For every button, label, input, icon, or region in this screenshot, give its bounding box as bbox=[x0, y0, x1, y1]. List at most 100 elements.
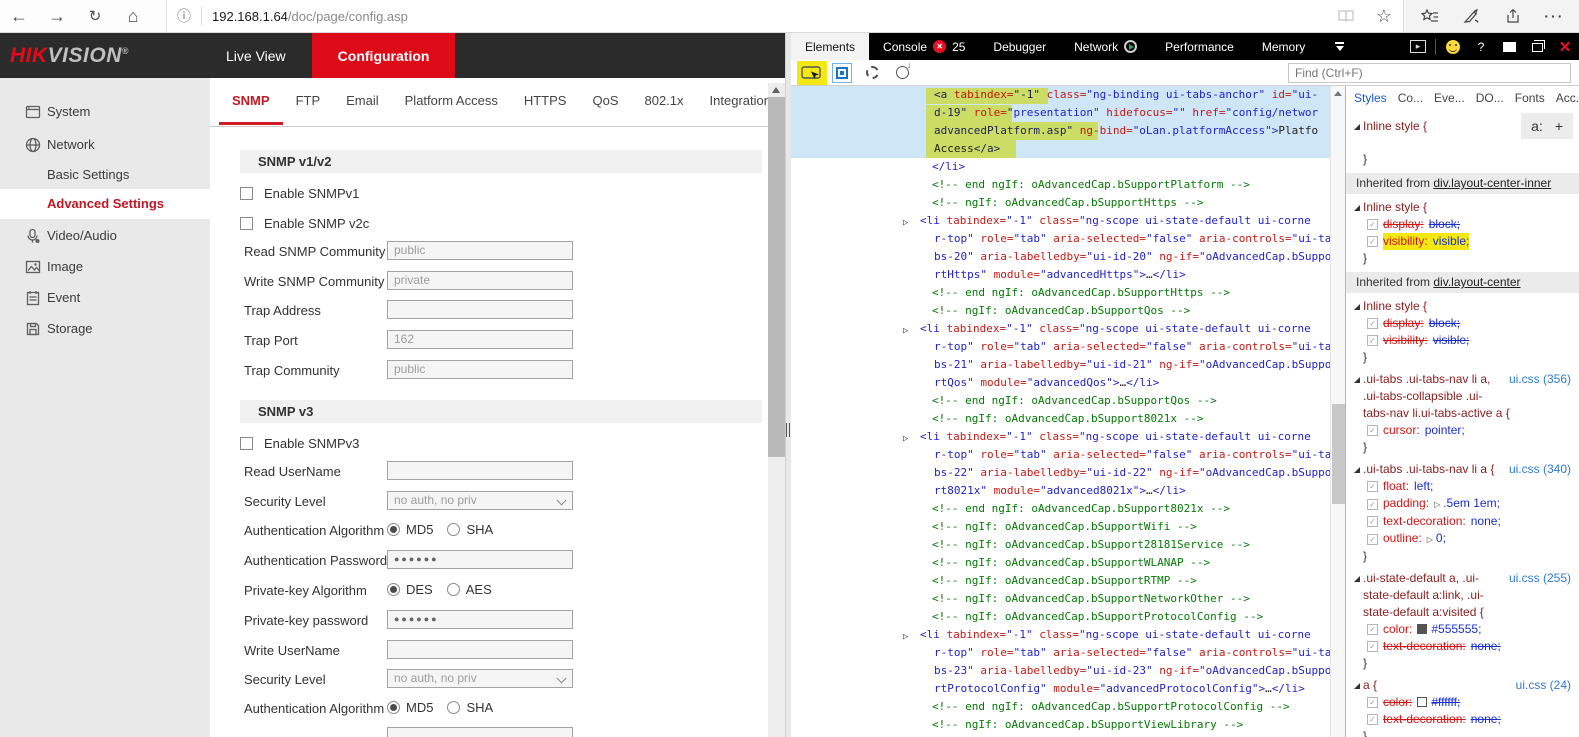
styles-tab-co[interactable]: Co... bbox=[1398, 91, 1423, 105]
select-security-level[interactable]: no auth, no priv bbox=[387, 491, 573, 510]
dom-element-node[interactable]: <li tabindex="-1" class="ng-scope ui-sta… bbox=[791, 428, 1330, 500]
sidebar-item-image[interactable]: Image bbox=[0, 252, 210, 282]
close-icon[interactable]: ✕ bbox=[1551, 33, 1579, 60]
input-private-key-password[interactable]: ●●●●●● bbox=[387, 610, 573, 629]
stylesheet-link[interactable]: ui.css (340) bbox=[1509, 461, 1571, 478]
home-icon[interactable]: ⌂ bbox=[114, 0, 152, 32]
styles-tab-fonts[interactable]: Fonts bbox=[1515, 91, 1545, 105]
tab-integration-pro[interactable]: Integration Pro bbox=[697, 79, 768, 125]
devtools-tab-performance[interactable]: Performance bbox=[1151, 33, 1248, 60]
input-write-username[interactable] bbox=[387, 640, 573, 659]
property-checkbox[interactable]: ✓ bbox=[1367, 624, 1378, 635]
radio-aes[interactable] bbox=[447, 583, 460, 596]
nav-tab-live-view[interactable]: Live View bbox=[200, 33, 312, 78]
input-trap-address[interactable] bbox=[387, 300, 573, 319]
tab-https[interactable]: HTTPS bbox=[511, 79, 580, 125]
devtools-tab-memory[interactable]: Memory bbox=[1248, 33, 1319, 60]
dom-node-selected[interactable]: <a tabindex="-1" class="ng-binding ui-ta… bbox=[791, 86, 1330, 158]
color-swatch[interactable] bbox=[1417, 697, 1427, 707]
property-checkbox[interactable]: ✓ bbox=[1367, 499, 1378, 510]
sidebar-item-storage[interactable]: Storage bbox=[0, 314, 210, 344]
expand-arrow-icon[interactable]: ▷ bbox=[1427, 535, 1433, 544]
color-picker-icon[interactable] bbox=[857, 61, 887, 85]
dom-comment-node[interactable]: <!-- end ngIf: oAdvancedCap.bSupportHttp… bbox=[791, 284, 1330, 302]
sidebar-item-network[interactable]: Network bbox=[0, 130, 210, 160]
dom-comment-node[interactable]: <!-- ngIf: oAdvancedCap.bSupportHttps --… bbox=[791, 194, 1330, 212]
property-checkbox[interactable]: ✓ bbox=[1367, 236, 1378, 247]
tab-ftp[interactable]: FTP bbox=[283, 79, 334, 125]
refresh-dom-icon[interactable] bbox=[887, 61, 917, 85]
property-checkbox[interactable]: ✓ bbox=[1367, 697, 1378, 708]
property-checkbox[interactable]: ✓ bbox=[1367, 219, 1378, 230]
styles-tab-acc[interactable]: Acc... bbox=[1556, 91, 1579, 105]
dom-comment-node[interactable]: <!-- ngIf: oAdvancedCap.bSupportWifi --> bbox=[791, 518, 1330, 536]
select-security-level[interactable]: no auth, no priv bbox=[387, 669, 573, 688]
inherited-from-link[interactable]: div.layout-center-inner bbox=[1433, 176, 1551, 190]
dom-comment-node[interactable]: <!-- ngIf: oAdvancedCap.bSupportViewLibr… bbox=[791, 716, 1330, 734]
radio-sha[interactable] bbox=[447, 523, 460, 536]
radio-md5[interactable] bbox=[387, 701, 400, 714]
checkbox-enable-snmpv1[interactable] bbox=[240, 187, 253, 200]
dom-comment-node[interactable]: <!-- ngIf: oAdvancedCap.bSupportWLANAP -… bbox=[791, 554, 1330, 572]
dom-scrollbar-thumb[interactable] bbox=[1332, 404, 1345, 504]
expand-triangle-icon[interactable] bbox=[1354, 124, 1360, 130]
expand-arrow-icon[interactable]: ▷ bbox=[903, 322, 908, 340]
dom-comment-node[interactable]: <!-- ngIf: oAdvancedCap.bSupport28181Ser… bbox=[791, 536, 1330, 554]
hub-icon[interactable] bbox=[1413, 0, 1447, 32]
property-checkbox[interactable]: ✓ bbox=[1367, 641, 1378, 652]
sidebar-item-system[interactable]: System bbox=[0, 97, 210, 127]
dom-comment-node[interactable]: <!-- ngIf: oAdvancedCap.bSupportNetworkO… bbox=[791, 590, 1330, 608]
dom-element-node[interactable]: <li tabindex="-1" class="ng-scope ui-sta… bbox=[791, 626, 1330, 698]
dom-comment-node[interactable]: <!-- end ngIf: oAdvancedCap.bSupportPlat… bbox=[791, 176, 1330, 194]
dom-comment-node[interactable]: <!-- end ngIf: oAdvancedCap.bSupportProt… bbox=[791, 698, 1330, 716]
dom-tree-scrollbar[interactable] bbox=[1330, 86, 1345, 737]
expand-triangle-icon[interactable] bbox=[1354, 467, 1360, 473]
stylesheet-link[interactable]: ui.css (356) bbox=[1509, 371, 1571, 388]
restore-icon[interactable] bbox=[1523, 33, 1551, 60]
property-checkbox[interactable]: ✓ bbox=[1367, 425, 1378, 436]
favorite-star-icon[interactable]: ☆ bbox=[1365, 0, 1403, 32]
feedback-smiley-icon[interactable] bbox=[1439, 33, 1467, 60]
dom-element-node[interactable]: </li> bbox=[791, 158, 1330, 176]
devtools-tab-console[interactable]: Console✕25 bbox=[869, 33, 979, 60]
input-trap-port[interactable]: 162 bbox=[387, 330, 573, 349]
sidebar-item-event[interactable]: Event bbox=[0, 283, 210, 313]
dom-comment-node[interactable]: <!-- end ngIf: oAdvancedCap.bSupportQos … bbox=[791, 392, 1330, 410]
expand-arrow-icon[interactable]: ▷ bbox=[903, 628, 908, 646]
select-element-icon[interactable] bbox=[797, 61, 827, 85]
web-note-icon[interactable] bbox=[1454, 0, 1488, 32]
color-swatch[interactable] bbox=[1417, 624, 1427, 634]
address-bar[interactable]: ⓘ 192.168.1.64/doc/page/config.asp ☆ bbox=[166, 0, 1404, 32]
stylesheet-link[interactable]: ui.css (255) bbox=[1509, 570, 1571, 587]
expand-triangle-icon[interactable] bbox=[1354, 683, 1360, 689]
sidebar-item-basic-settings[interactable]: Basic Settings bbox=[0, 160, 210, 190]
dom-element-node[interactable]: <li tabindex="-1" class="ng-scope ui-sta… bbox=[791, 212, 1330, 284]
help-icon[interactable]: ? bbox=[1467, 33, 1495, 60]
sidebar-item-advanced-settings[interactable]: Advanced Settings bbox=[0, 189, 210, 219]
info-icon[interactable]: ⓘ bbox=[167, 6, 201, 26]
devtools-tab-elements[interactable]: Elements bbox=[791, 33, 869, 60]
expand-arrow-icon[interactable]: ▷ bbox=[903, 214, 908, 232]
forward-icon[interactable]: → bbox=[38, 0, 76, 32]
expand-arrow-icon[interactable]: ▷ bbox=[903, 430, 908, 448]
undock-icon[interactable]: ▸ bbox=[1404, 33, 1432, 60]
share-icon[interactable] bbox=[1496, 0, 1530, 32]
highlight-element-icon[interactable] bbox=[827, 61, 857, 85]
find-input[interactable] bbox=[1288, 63, 1571, 83]
scrollbar-up-icon[interactable] bbox=[1334, 91, 1342, 96]
dom-comment-node[interactable]: <!-- ngIf: oAdvancedCap.bSupportProtocol… bbox=[791, 608, 1330, 626]
expand-arrow-icon[interactable]: ▷ bbox=[1434, 500, 1440, 509]
input-write-snmp-community[interactable]: private bbox=[387, 271, 573, 290]
tab-802-1x[interactable]: 802.1x bbox=[631, 79, 696, 125]
radio-des[interactable] bbox=[387, 583, 400, 596]
dom-comment-node[interactable]: <!-- ngIf: oAdvancedCap.bSupportQos --> bbox=[791, 302, 1330, 320]
input-trap-community[interactable]: public bbox=[387, 360, 573, 379]
styles-tab-styles[interactable]: Styles bbox=[1354, 91, 1387, 105]
dom-comment-node[interactable]: <!-- end ngIf: oAdvancedCap.bSupport8021… bbox=[791, 500, 1330, 518]
expand-triangle-icon[interactable] bbox=[1354, 377, 1360, 383]
tab-email[interactable]: Email bbox=[333, 79, 392, 125]
radio-md5[interactable] bbox=[387, 523, 400, 536]
property-checkbox[interactable]: ✓ bbox=[1367, 516, 1378, 527]
input-read-snmp-community[interactable]: public bbox=[387, 241, 573, 260]
devtools-tab-network[interactable]: Network bbox=[1060, 33, 1151, 60]
